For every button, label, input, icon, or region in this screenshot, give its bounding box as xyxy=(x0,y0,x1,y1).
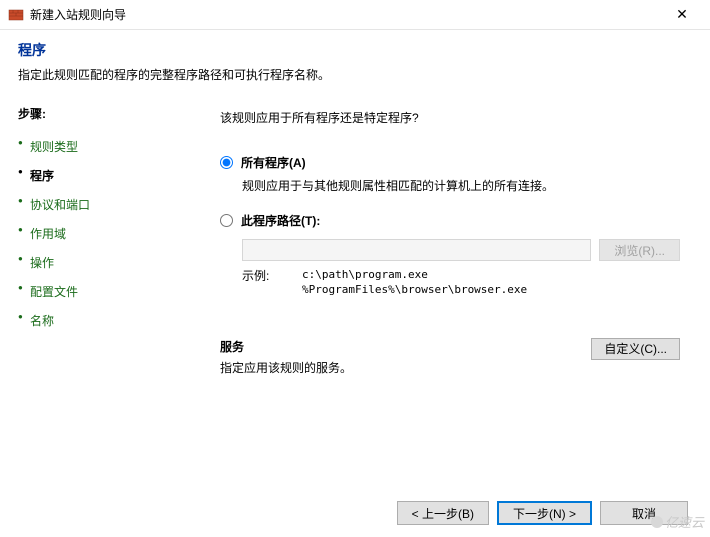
page-title: 程序 xyxy=(18,40,692,60)
question-text: 该规则应用于所有程序还是特定程序? xyxy=(220,109,680,126)
close-button[interactable]: ✕ xyxy=(662,0,702,30)
service-title: 服务 xyxy=(220,338,591,355)
page-subtitle: 指定此规则匹配的程序的完整程序路径和可执行程序名称。 xyxy=(18,66,692,83)
step-rule-type[interactable]: 规则类型 xyxy=(18,132,190,161)
wizard-footer: < 上一步(B) 下一步(N) > 取消 xyxy=(397,501,688,525)
browse-button[interactable]: 浏览(R)... xyxy=(599,239,680,261)
step-action[interactable]: 操作 xyxy=(18,248,190,277)
example-paths: c:\path\program.exe %ProgramFiles%\brows… xyxy=(302,267,527,298)
example-label: 示例: xyxy=(242,267,302,298)
step-protocol-ports[interactable]: 协议和端口 xyxy=(18,190,190,219)
window-title: 新建入站规则向导 xyxy=(30,6,662,23)
back-button[interactable]: < 上一步(B) xyxy=(397,501,489,525)
step-program[interactable]: 程序 xyxy=(18,161,190,190)
next-button[interactable]: 下一步(N) > xyxy=(497,501,592,525)
radio-program-path[interactable]: 此程序路径(T): xyxy=(220,208,680,233)
radio-all-programs-desc: 规则应用于与其他规则属性相匹配的计算机上的所有连接。 xyxy=(242,177,680,194)
titlebar: 新建入站规则向导 ✕ xyxy=(0,0,710,30)
cancel-button[interactable]: 取消 xyxy=(600,501,688,525)
wizard-header: 程序 指定此规则匹配的程序的完整程序路径和可执行程序名称。 xyxy=(0,30,710,95)
steps-list: 规则类型 程序 协议和端口 作用域 操作 配置文件 名称 xyxy=(18,132,190,335)
service-desc: 指定应用该规则的服务。 xyxy=(220,359,591,376)
firewall-icon xyxy=(8,7,24,23)
service-section: 服务 指定应用该规则的服务。 自定义(C)... xyxy=(220,338,680,376)
steps-heading: 步骤: xyxy=(18,105,190,122)
step-profile[interactable]: 配置文件 xyxy=(18,277,190,306)
radio-all-programs-input[interactable] xyxy=(220,156,233,169)
radio-all-programs[interactable]: 所有程序(A) xyxy=(220,150,680,175)
service-text: 服务 指定应用该规则的服务。 xyxy=(220,338,591,376)
wizard-body: 步骤: 规则类型 程序 协议和端口 作用域 操作 配置文件 名称 该规则应用于所… xyxy=(0,95,710,500)
program-path-row: 浏览(R)... xyxy=(242,239,680,261)
wizard-content: 该规则应用于所有程序还是特定程序? 所有程序(A) 规则应用于与其他规则属性相匹… xyxy=(190,95,710,500)
radio-program-path-input[interactable] xyxy=(220,214,233,227)
example-block: 示例: c:\path\program.exe %ProgramFiles%\b… xyxy=(242,267,680,298)
steps-sidebar: 步骤: 规则类型 程序 协议和端口 作用域 操作 配置文件 名称 xyxy=(0,95,190,500)
step-scope[interactable]: 作用域 xyxy=(18,219,190,248)
radio-all-programs-label: 所有程序(A) xyxy=(241,154,306,171)
radio-program-path-label: 此程序路径(T): xyxy=(241,212,320,229)
step-name[interactable]: 名称 xyxy=(18,306,190,335)
customize-button[interactable]: 自定义(C)... xyxy=(591,338,680,360)
program-path-input[interactable] xyxy=(242,239,591,261)
